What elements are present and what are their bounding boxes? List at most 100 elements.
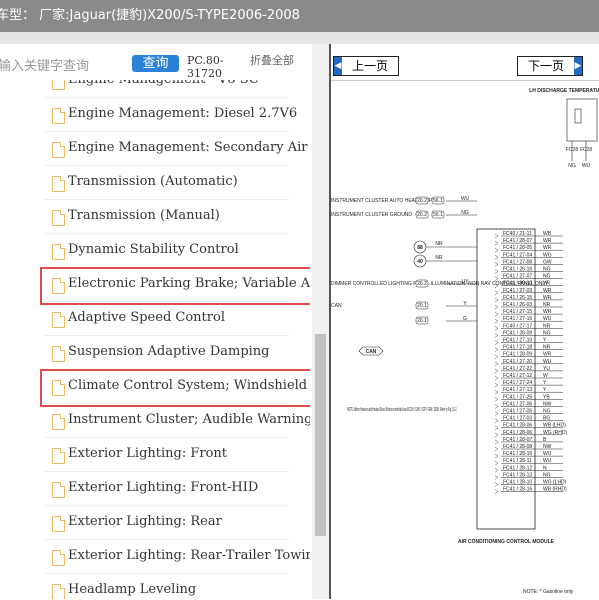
- wire-color-label: GW: [543, 259, 552, 265]
- pin-label: FC41 / 27-13: [503, 387, 532, 393]
- wire-color-label: NG: [543, 409, 551, 415]
- pin-label: FC41 / 27-18: [503, 345, 532, 351]
- arrow-right-icon: ▶: [574, 57, 582, 75]
- wiring-diagram: LH DISCHARGE TEMPERATURE SENSORFC28NGFC2…: [331, 88, 599, 595]
- reference-number: 88: [417, 245, 423, 251]
- tree-item[interactable]: Transmission (Manual): [0, 200, 310, 234]
- next-page-button[interactable]: 下一页 ▶: [517, 56, 583, 76]
- scrollbar-thumb[interactable]: [315, 334, 326, 536]
- window-title: 车型： 厂家:Jaguar(捷豹)X200/S-TYPE2006-2008: [0, 8, 300, 23]
- pin-marker: [494, 432, 499, 437]
- pc-code-label: PC.80-31720: [187, 54, 224, 80]
- search-input[interactable]: [0, 54, 120, 78]
- pin-label: FC41 / 27-04: [503, 252, 532, 258]
- pin-label: FC41 / 28-06: [503, 423, 532, 429]
- tree-item[interactable]: Transmission (Automatic): [0, 166, 310, 200]
- pin-label: FC41 / 28-07: [503, 437, 532, 443]
- tree-item-label: Exterior Lighting: Front: [68, 446, 228, 461]
- pin-label: FC41 / 26-15: [503, 295, 532, 301]
- input-label: DIMMER CONTROLLED LIGHTING PANEL ILLUMIN…: [331, 281, 549, 287]
- tree-item[interactable]: Engine Management - V8 SC: [0, 80, 310, 98]
- document-icon: [52, 584, 65, 599]
- input-label: INSTRUMENT CLUSTER GROUND: [331, 212, 412, 218]
- wire-color-label: WU: [543, 359, 552, 365]
- previous-page-label: 上一页: [351, 59, 388, 73]
- pin-label: FC41 / 27-16: [503, 316, 532, 322]
- reference-number: 56.1: [433, 212, 443, 218]
- search-button[interactable]: 查询: [132, 55, 179, 72]
- wire-color-label: WU: [582, 163, 591, 169]
- wire-color-label: NG: [543, 330, 551, 336]
- tree-item[interactable]: Dynamic Stability Control: [0, 234, 310, 268]
- input-label: CAN: [331, 303, 342, 309]
- tree-item[interactable]: Exterior Lighting: Rear-Trailer Towing: [0, 540, 310, 574]
- reference-number: 20.1: [417, 303, 427, 309]
- tree-item[interactable]: Adaptive Speed Control: [0, 302, 310, 336]
- previous-page-button[interactable]: ◀ 上一页: [333, 56, 399, 76]
- wire-color-label: WR: [543, 352, 552, 358]
- pin-marker: [494, 311, 499, 317]
- pin-marker: [494, 276, 499, 281]
- pin-marker: [494, 482, 499, 487]
- tree-item-label: Headlamp Leveling: [68, 582, 197, 597]
- tree-item[interactable]: Exterior Lighting: Rear: [0, 506, 310, 540]
- pin-marker: [494, 262, 499, 267]
- tree-item[interactable]: Headlamp Leveling: [0, 574, 310, 599]
- pin-marker: [494, 347, 499, 352]
- next-page-label: 下一页: [527, 59, 564, 73]
- reference-number: 20.2: [417, 212, 427, 218]
- pin-marker: [494, 269, 499, 274]
- wire-color-label: WG: [543, 252, 552, 258]
- pin-label: FC41 / 28-13: [503, 472, 532, 478]
- pin-label: FC41 / 28-05: [503, 245, 532, 251]
- tree-item-label: Exterior Lighting: Front-HID: [68, 480, 259, 495]
- module-label: AIR CONDITIONING CONTROL MODULE: [458, 539, 555, 545]
- viewer-toolbar: ◀ 上一页 下一页 ▶: [331, 44, 599, 80]
- can-label: CAN: [366, 349, 377, 355]
- wire-color-label: WU: [461, 196, 470, 202]
- pin-marker: [494, 489, 499, 494]
- pin-marker: [494, 468, 499, 473]
- wire-color-label: WU: [543, 316, 552, 322]
- tree-item[interactable]: Exterior Lighting: Front-HID: [0, 472, 310, 506]
- pin-marker: [494, 382, 499, 388]
- document-icon: [52, 108, 65, 124]
- wire-color-label: WR: [543, 238, 552, 244]
- reference-number: 20.1: [417, 318, 427, 324]
- wire-color-label: WG (LHD): [543, 480, 567, 486]
- tree-item-label: Engine Management: Secondary Air Injecti…: [68, 140, 310, 155]
- wire-color-label: WU: [543, 458, 552, 464]
- highlight-box: [40, 267, 310, 305]
- document-icon: [52, 210, 65, 226]
- tree-item[interactable]: Suspension Adaptive Damping: [0, 336, 310, 370]
- tree-item[interactable]: Engine Management: Secondary Air Injecti…: [0, 132, 310, 166]
- pin-label: FC41 / 28-12: [503, 465, 532, 471]
- pin-label: FC41 / 28-16: [503, 487, 532, 493]
- tree-item-label: Engine Management: Diesel 2.7V6: [68, 106, 298, 121]
- tree-item[interactable]: Exterior Lighting: Front: [0, 438, 310, 472]
- sensor-label: LH DISCHARGE TEMPERATURE SENSOR: [529, 88, 599, 94]
- tree-item[interactable]: Instrument Cluster; Audible Warnings: [0, 404, 310, 438]
- collapse-all-link[interactable]: 折叠全部: [250, 54, 294, 67]
- pin-marker: [494, 475, 499, 480]
- pin-marker: [494, 397, 499, 402]
- pin-marker: [494, 255, 499, 260]
- footer-note: NOTE: * Gasoline only: [523, 589, 574, 595]
- pin-marker: [494, 290, 499, 295]
- wiring-diagram-page: LH DISCHARGE TEMPERATURE SENSORFC28NGFC2…: [331, 80, 599, 600]
- pin-label: FC41 / 27-24: [503, 380, 532, 386]
- tree-item-label: Dynamic Stability Control: [68, 242, 239, 257]
- wire-color-label: NG: [543, 472, 551, 478]
- wire-color-label: NG: [543, 274, 551, 280]
- sidebar-scrollbar[interactable]: [312, 44, 329, 599]
- pin-marker: [494, 233, 499, 239]
- pin-marker: [494, 354, 499, 359]
- pin-label: FC40 / 21-11: [503, 231, 532, 237]
- wire-color-label: NG: [461, 210, 469, 216]
- wire-color-label: NW: [543, 444, 552, 450]
- pin-label: FC41 / 27-03: [503, 288, 532, 294]
- connector-label: FC28: [580, 147, 592, 153]
- reference-number: 56.1: [433, 198, 443, 204]
- window-title-bar: 车型： 厂家:Jaguar(捷豹)X200/S-TYPE2006-2008: [0, 0, 599, 32]
- tree-item[interactable]: Engine Management: Diesel 2.7V6: [0, 98, 310, 132]
